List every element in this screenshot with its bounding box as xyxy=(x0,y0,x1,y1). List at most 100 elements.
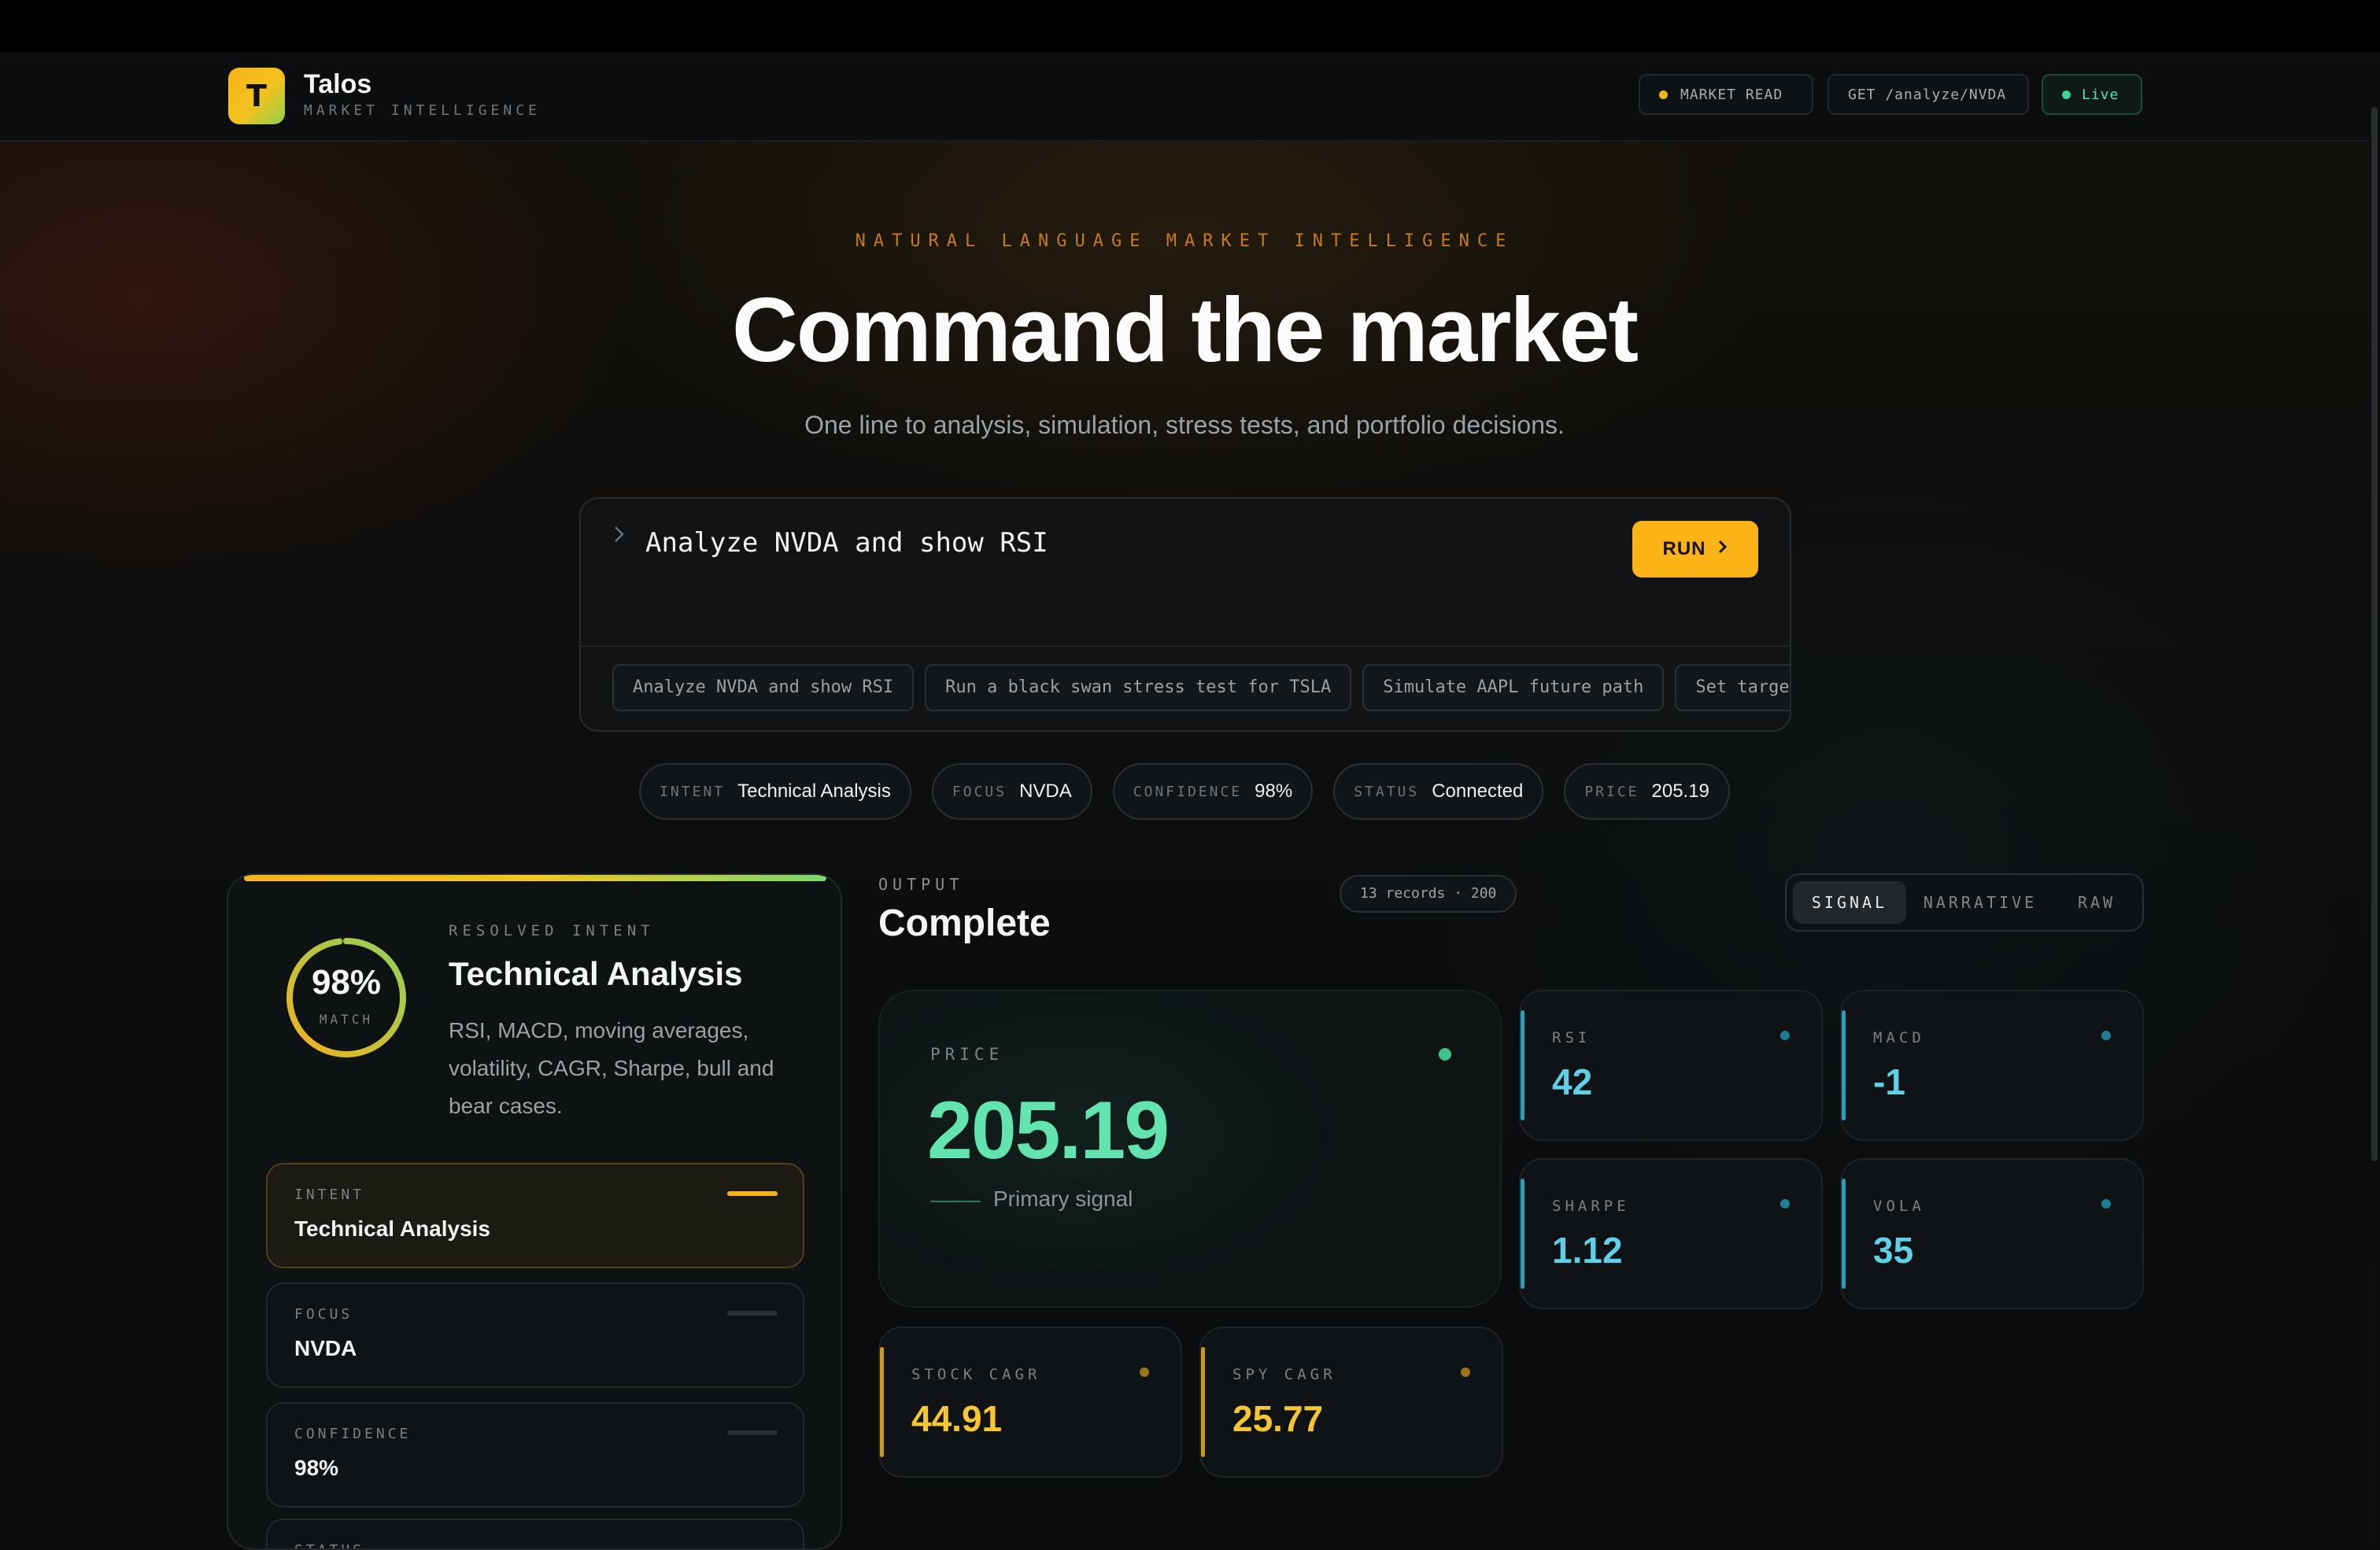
card-accent xyxy=(1521,1179,1524,1289)
metric-dot xyxy=(2101,1199,2111,1209)
field-card-confidence[interactable]: CONFIDENCE 98% xyxy=(266,1402,804,1508)
metric-label: SHARPE xyxy=(1552,1198,1630,1215)
field-label: FOCUS xyxy=(294,1306,353,1323)
field-card-status[interactable]: STATUS xyxy=(266,1519,804,1548)
card-accent-bar xyxy=(244,875,826,881)
market-read-badge[interactable]: MARKET READ xyxy=(1639,74,1813,115)
field-value: Technical Analysis xyxy=(294,1216,490,1241)
field-card-intent[interactable]: INTENT Technical Analysis xyxy=(266,1163,804,1268)
card-accent xyxy=(880,1347,884,1457)
match-value: 98% xyxy=(311,963,382,1002)
status-dot-icon xyxy=(1659,90,1668,99)
metric-dot xyxy=(1461,1367,1470,1377)
field-label: CONFIDENCE xyxy=(294,1426,412,1442)
metric-label: RSI xyxy=(1552,1029,1591,1046)
stat-label: FOCUS xyxy=(952,783,1007,800)
market-read-label: MARKET READ xyxy=(1680,86,1783,103)
suggestion-list: Analyze NVDA and show RSI Run a black swa… xyxy=(612,664,1790,714)
stat-value: 205.19 xyxy=(1651,781,1709,802)
records-badge: 13 records · 200 xyxy=(1340,875,1517,913)
endpoint-label: GET /analyze/NVDA xyxy=(1848,86,2007,103)
hero-subtitle: One line to analysis, simulation, stress… xyxy=(804,411,1565,439)
metric-value: 25.77 xyxy=(1232,1398,1324,1439)
suggestion-chip[interactable]: Simulate AAPL future path xyxy=(1362,664,1665,711)
stat-value: NVDA xyxy=(1019,781,1072,802)
stat-pill-confidence: CONFIDENCE 98% xyxy=(1112,763,1314,820)
metric-card-rsi: RSI 42 xyxy=(1519,990,1823,1141)
card-accent xyxy=(1842,1179,1846,1289)
stat-pill-price: PRICE 205.19 xyxy=(1564,763,1730,820)
suggestion-chip[interactable]: Run a black swan stress test for TSLA xyxy=(925,664,1352,711)
view-toggle: SIGNAL NARRATIVE RAW xyxy=(1785,873,2144,932)
metric-value: -1 xyxy=(1873,1061,1905,1102)
hero-title: Command the market xyxy=(731,279,1639,381)
field-label: INTENT xyxy=(294,1186,365,1203)
metric-label: STOCK CAGR xyxy=(911,1366,1041,1383)
metric-label: MACD xyxy=(1873,1029,1925,1046)
brand-tagline: MARKET INTELLIGENCE xyxy=(304,102,541,119)
run-button[interactable]: RUN xyxy=(1632,521,1758,578)
metric-card-stock-cagr: STOCK CAGR 44.91 xyxy=(878,1327,1182,1478)
field-indicator xyxy=(727,1311,778,1316)
metric-value: 35 xyxy=(1873,1230,1914,1271)
field-card-focus[interactable]: FOCUS NVDA xyxy=(266,1282,804,1388)
card-accent xyxy=(1521,1010,1524,1120)
card-accent xyxy=(1842,1010,1846,1120)
metric-label: VOLA xyxy=(1873,1198,1925,1215)
metric-value: 42 xyxy=(1552,1061,1593,1102)
live-badge[interactable]: Live xyxy=(2042,74,2142,115)
match-label: MATCH xyxy=(319,1012,374,1027)
chevron-right-icon xyxy=(1717,538,1728,560)
scrollbar-track[interactable] xyxy=(2369,52,2380,1545)
metric-card-sharpe: SHARPE 1.12 xyxy=(1519,1158,1823,1309)
price-caption: Primary signal xyxy=(993,1186,1133,1211)
metric-dot xyxy=(1140,1367,1149,1377)
endpoint-badge[interactable]: GET /analyze/NVDA xyxy=(1828,74,2029,115)
price-card: PRICE 205.19 Primary signal xyxy=(878,990,1502,1308)
stat-value: Connected xyxy=(1432,781,1524,802)
tab-narrative[interactable]: NARRATIVE xyxy=(1913,881,2048,924)
suggestion-chip[interactable]: Set targe xyxy=(1675,664,1790,711)
metric-value: 1.12 xyxy=(1552,1230,1623,1271)
field-indicator xyxy=(727,1430,778,1435)
chevron-right-icon xyxy=(612,524,626,550)
metric-card-spy-cagr: SPY CAGR 25.77 xyxy=(1199,1327,1503,1478)
field-label: STATUS xyxy=(294,1542,364,1548)
stat-value: 98% xyxy=(1255,781,1293,802)
suggestion-chip[interactable]: Analyze NVDA and show RSI xyxy=(612,664,915,711)
resolved-intent-card: 98% MATCH RESOLVED INTENT Technical Anal… xyxy=(227,873,842,1550)
metric-dot xyxy=(1780,1199,1790,1209)
resolved-intent-title: Technical Analysis xyxy=(449,955,743,992)
stat-label: PRICE xyxy=(1584,783,1639,800)
field-value: 98% xyxy=(294,1456,339,1480)
metric-card-macd: MACD -1 xyxy=(1840,990,2144,1141)
field-value: NVDA xyxy=(294,1336,357,1360)
resolved-intent-label: RESOLVED INTENT xyxy=(449,922,655,939)
talos-logo[interactable]: T xyxy=(228,68,285,124)
tab-raw[interactable]: RAW xyxy=(2054,881,2139,924)
command-box: RUN Analyze NVDA and show RSIRun a black… xyxy=(579,497,1791,732)
output-label: OUTPUT xyxy=(878,875,964,894)
card-accent xyxy=(1201,1347,1205,1457)
brand-name[interactable]: Talos xyxy=(304,69,371,100)
stat-value: Technical Analysis xyxy=(737,781,891,802)
metric-dot xyxy=(2101,1031,2111,1040)
command-input[interactable] xyxy=(645,527,1590,559)
stat-pill-status: STATUS Connected xyxy=(1333,763,1544,820)
price-value: 205.19 xyxy=(927,1085,1170,1176)
run-button-label: RUN xyxy=(1662,538,1706,559)
divider xyxy=(930,1201,981,1202)
resolved-intent-description: RSI, MACD, moving averages, volatility, … xyxy=(449,1018,774,1118)
hero-eyebrow: NATURAL LANGUAGE MARKET INTELLIGENCE xyxy=(855,231,1514,251)
window-top-bar xyxy=(0,0,2380,52)
price-label: PRICE xyxy=(930,1045,1004,1064)
scrollbar-thumb[interactable] xyxy=(2371,107,2378,1161)
divider xyxy=(581,645,1790,647)
tab-signal[interactable]: SIGNAL xyxy=(1793,881,1906,924)
stat-pill-intent: INTENT Technical Analysis xyxy=(639,763,911,820)
metric-value: 44.91 xyxy=(911,1398,1003,1439)
live-label: Live xyxy=(2082,86,2119,103)
status-summary-row: INTENT Technical Analysis FOCUS NVDA CON… xyxy=(0,763,2369,820)
field-indicator xyxy=(727,1191,778,1196)
stat-pill-focus: FOCUS NVDA xyxy=(931,763,1092,820)
